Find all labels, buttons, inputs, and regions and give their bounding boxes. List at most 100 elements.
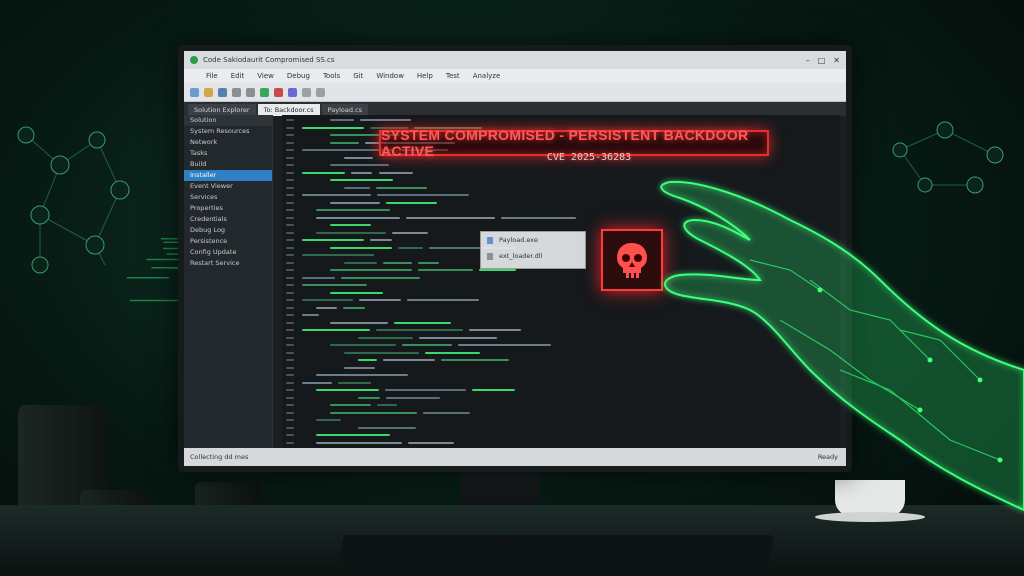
sidebar-item[interactable]: Event Viewer <box>184 181 272 192</box>
sidebar-item[interactable]: Debug Log <box>184 225 272 236</box>
menu-item[interactable]: Help <box>417 72 433 80</box>
sidebar-item[interactable]: Tasks <box>184 148 272 159</box>
code-text-line <box>330 201 381 204</box>
code-text-line <box>358 396 380 399</box>
code-text-line <box>302 284 367 286</box>
sidebar-item[interactable]: Build <box>184 159 272 170</box>
menu-item[interactable]: File <box>206 72 218 80</box>
code-text-line <box>302 171 346 174</box>
sidebar-item[interactable]: System Resources <box>184 126 272 137</box>
code-text-line <box>316 306 338 309</box>
open-icon[interactable] <box>204 87 213 97</box>
code-text-line <box>344 186 370 189</box>
code-text-line <box>330 344 396 346</box>
menu-item[interactable]: Debug <box>287 72 310 80</box>
line-number <box>286 156 294 159</box>
line-number <box>286 299 294 301</box>
line-number <box>286 336 294 339</box>
menu-item[interactable]: Tools <box>323 72 340 80</box>
code-text-line <box>425 351 481 354</box>
new-file-icon[interactable] <box>190 87 199 97</box>
code-text-line <box>302 314 320 316</box>
toolbar <box>184 83 846 102</box>
popup-item-label: Payload.exe <box>499 236 538 244</box>
code-text-line <box>302 299 354 301</box>
line-number <box>286 149 294 151</box>
code-text-line <box>383 359 436 361</box>
popup-item[interactable]: Payload.exe <box>481 232 585 248</box>
code-text-line <box>344 366 375 369</box>
stop-icon[interactable] <box>274 87 283 97</box>
sidebar-item[interactable]: Services <box>184 192 272 203</box>
code-text-line <box>330 119 355 121</box>
menu-item[interactable]: Window <box>376 72 404 80</box>
search-icon[interactable] <box>302 87 311 97</box>
code-text-line <box>407 441 454 444</box>
scene: Code Sakiodaurit Compromised SS.cs – □ ✕… <box>0 0 1024 576</box>
code-text-line <box>369 239 392 241</box>
code-text-line <box>302 126 365 129</box>
sidebar-header: Solution <box>184 115 272 126</box>
menu-item[interactable]: View <box>257 72 274 80</box>
menu-bar: File Edit View Debug Tools Git Window He… <box>184 69 846 83</box>
save-icon[interactable] <box>218 87 227 97</box>
code-text-line <box>377 404 398 406</box>
line-number <box>286 389 294 391</box>
title-bar: Code Sakiodaurit Compromised SS.cs – □ ✕ <box>184 51 846 69</box>
menu-item[interactable]: Test <box>446 72 460 80</box>
line-number <box>286 194 294 196</box>
menu-item[interactable]: Edit <box>231 72 245 80</box>
network-node-icon <box>17 126 35 144</box>
code-text-line <box>316 374 408 376</box>
code-text-line <box>418 269 473 271</box>
line-number <box>286 246 294 249</box>
menu-item[interactable]: Git <box>353 72 363 80</box>
keyboard <box>336 535 774 576</box>
line-number <box>286 216 294 219</box>
sidebar-item[interactable]: Credentials <box>184 214 272 225</box>
code-text-line <box>302 381 332 384</box>
app-icon <box>190 56 198 64</box>
line-number <box>286 359 294 361</box>
code-text-line <box>360 119 411 121</box>
line-number <box>286 351 294 354</box>
popup-item[interactable]: ext_loader.dll <box>481 248 585 264</box>
sidebar-item[interactable]: Restart Service <box>184 258 272 269</box>
code-text-line <box>302 329 370 331</box>
window-title: Code Sakiodaurit Compromised SS.cs <box>203 56 335 64</box>
sidebar-item[interactable]: Persistence <box>184 236 272 247</box>
cve-id: CVE 2025-36283 <box>546 152 632 163</box>
tab-row: Solution Explorer To: Backdoor.cs Payloa… <box>184 102 846 116</box>
line-number <box>286 419 294 421</box>
code-text-line <box>316 209 391 211</box>
debug-icon[interactable] <box>288 87 297 97</box>
sidebar-item-selected[interactable]: Installer <box>184 170 272 181</box>
code-text-line <box>441 359 510 361</box>
code-text-line <box>378 171 413 174</box>
line-number <box>286 119 294 121</box>
code-text-line <box>418 336 497 339</box>
undo-icon[interactable] <box>232 87 241 97</box>
network-node-icon <box>110 180 130 200</box>
maximize-button[interactable]: □ <box>818 56 826 65</box>
code-text-line <box>385 396 440 399</box>
close-button[interactable]: ✕ <box>833 56 840 65</box>
minimize-button[interactable]: – <box>806 56 810 65</box>
line-number <box>286 141 294 144</box>
code-text-line <box>302 194 372 196</box>
line-number <box>286 441 294 444</box>
run-icon[interactable] <box>260 87 269 97</box>
line-number <box>286 276 294 279</box>
menu-item[interactable]: Analyze <box>473 72 501 80</box>
sidebar-item[interactable]: Config Update <box>184 247 272 258</box>
code-text-line <box>417 261 440 264</box>
sidebar-item[interactable]: Network <box>184 137 272 148</box>
line-number <box>286 239 294 241</box>
code-text-line <box>344 261 378 264</box>
redo-icon[interactable] <box>246 87 255 97</box>
code-text-line <box>397 246 423 249</box>
sidebar-item[interactable]: Properties <box>184 203 272 214</box>
code-text-line <box>330 269 413 271</box>
settings-icon[interactable] <box>316 87 325 97</box>
network-node-icon <box>85 235 105 255</box>
